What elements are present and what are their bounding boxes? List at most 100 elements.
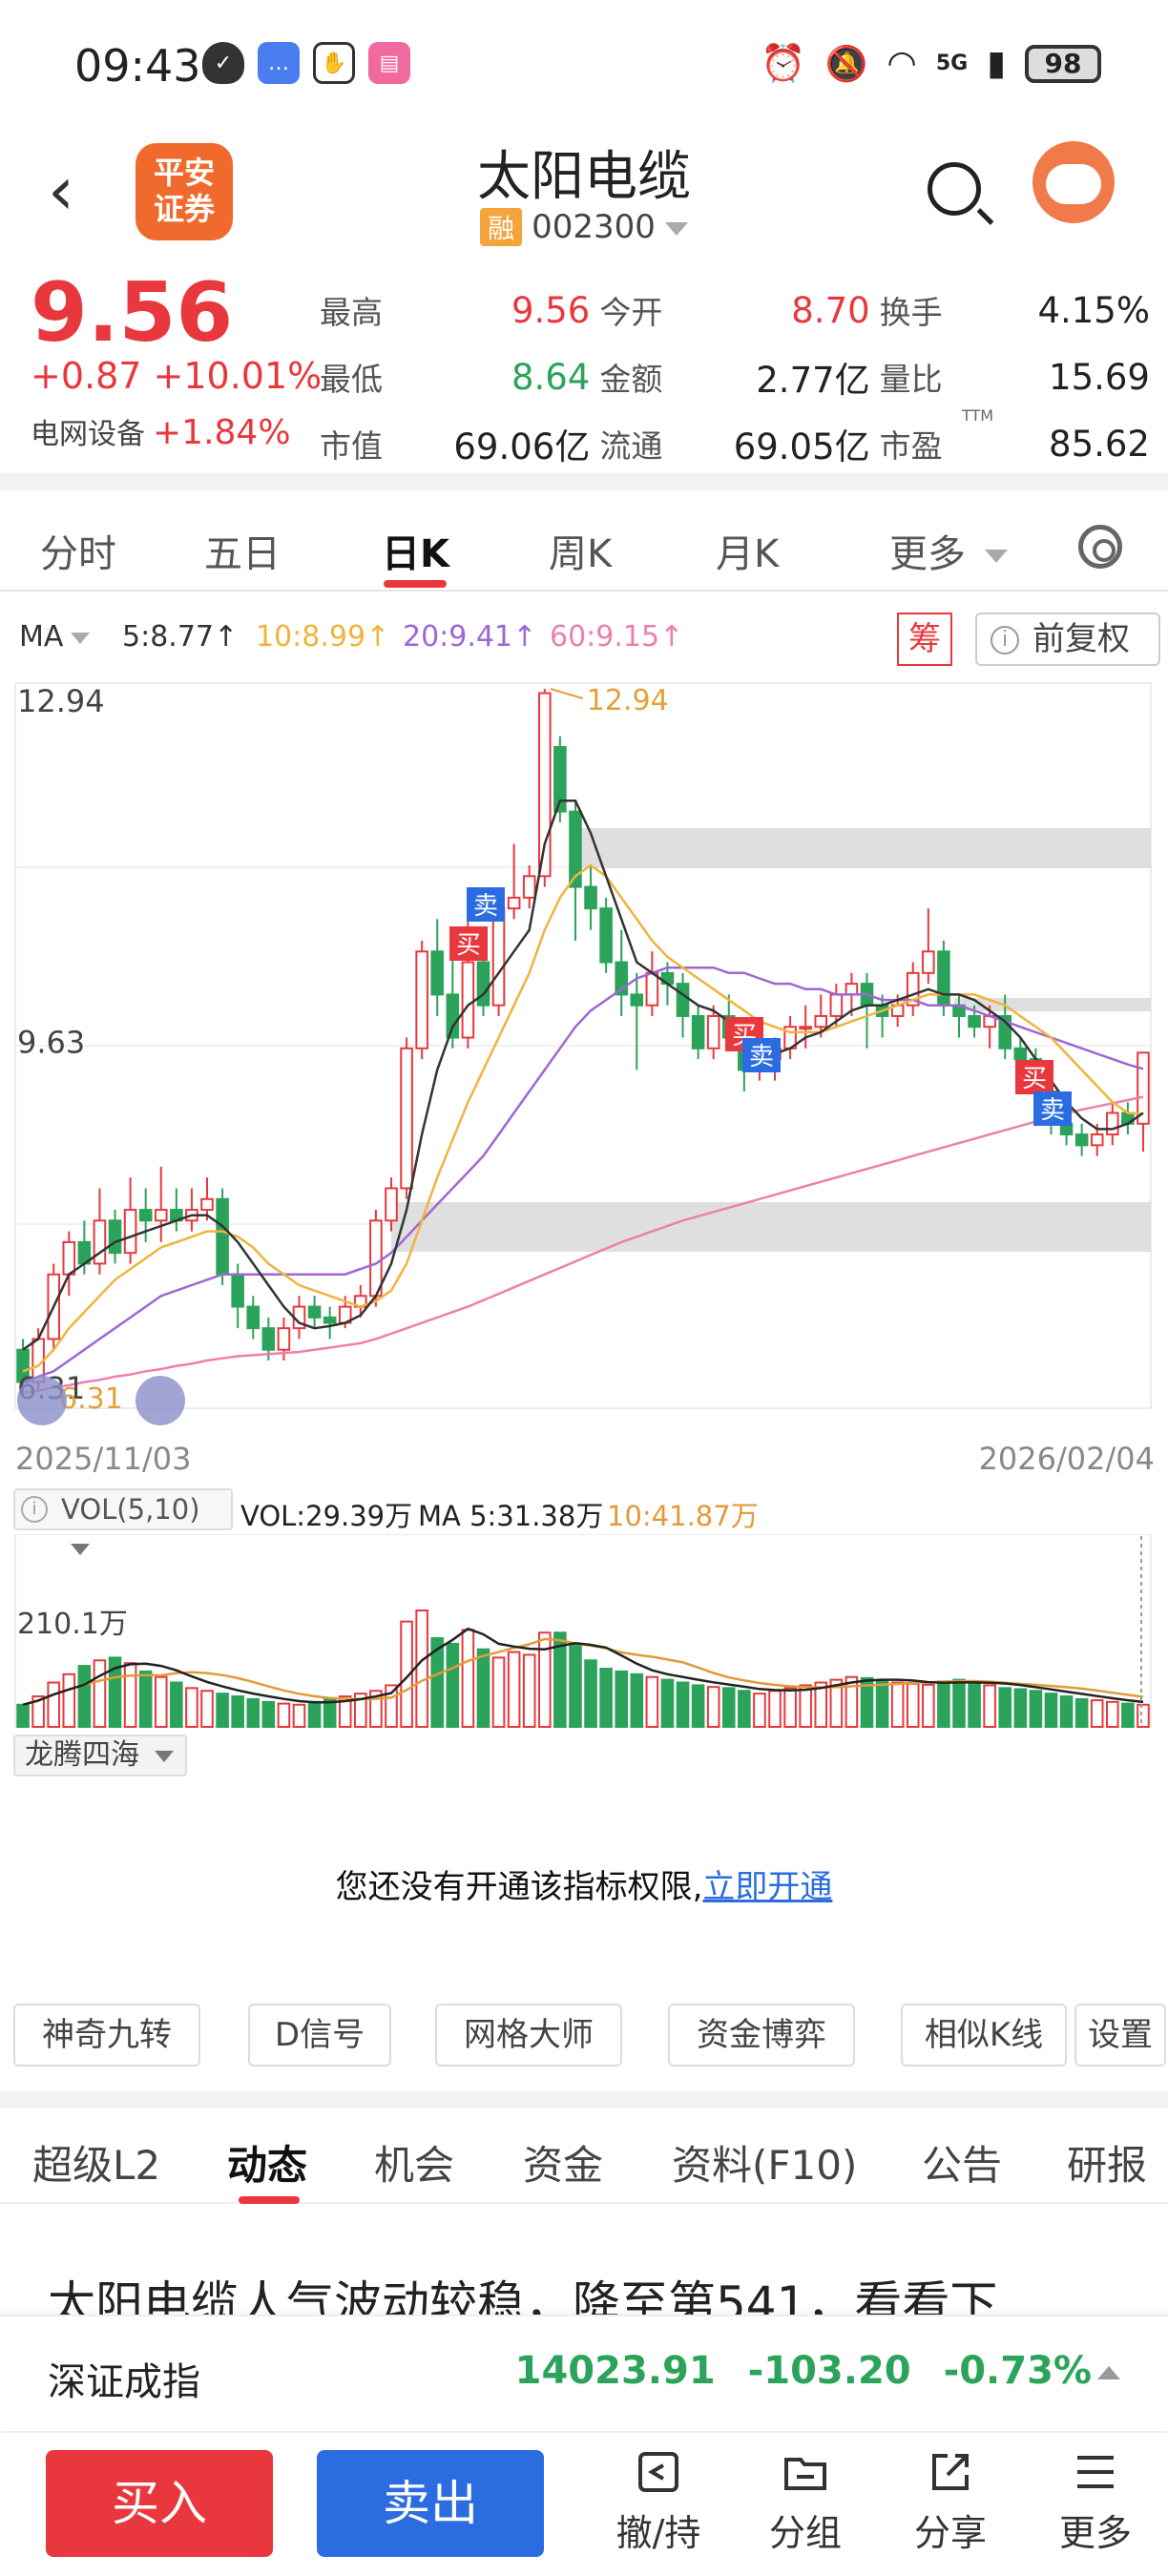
chevron-down-icon <box>71 632 91 644</box>
group-button[interactable]: 分组 <box>748 2448 863 2556</box>
tool-settings[interactable]: 设置 <box>1074 2004 1166 2067</box>
ma-selector[interactable]: MA <box>19 620 91 654</box>
volume-chart[interactable]: 210.1万 <box>0 1534 1168 1735</box>
candle-body <box>1090 1133 1104 1147</box>
tool-d-signal[interactable]: D信号 <box>248 2004 391 2067</box>
tab-weekly-k[interactable]: 周K <box>549 523 612 578</box>
pe-ratio-value: 85.62 <box>1049 423 1150 465</box>
tab-opportunity[interactable]: 机会 <box>374 2133 454 2192</box>
candle-body <box>845 983 859 996</box>
fullscreen-icon <box>136 1376 185 1425</box>
tab-more-label: 更多 <box>889 532 966 576</box>
news-headline[interactable]: 太阳电缆人气波动较稳，降至第541，看看下 <box>48 2266 1164 2316</box>
app-icon: ▤ <box>368 42 410 84</box>
battery-indicator: 98 <box>1025 44 1101 83</box>
open-label: 今开 <box>599 294 663 331</box>
broker-logo[interactable]: 平安 证券 <box>136 143 233 240</box>
volume-bar <box>292 1703 306 1728</box>
volume-ma10: 10:41.87万 <box>607 1500 759 1532</box>
tab-super-l2[interactable]: 超级L2 <box>32 2133 160 2192</box>
price-change: +0.87 +10.01% <box>31 355 323 397</box>
candle-body <box>323 1316 337 1324</box>
tool-capital-game[interactable]: 资金博弈 <box>668 2004 855 2067</box>
sell-button[interactable]: 卖出 <box>317 2450 544 2557</box>
chevron-up-icon[interactable] <box>1097 2366 1120 2379</box>
kline-chart[interactable]: 12.949.636.3112.946.31卖买买卖买卖 <box>0 668 1168 1431</box>
volume-bar <box>231 1695 244 1729</box>
volume-bar <box>890 1681 905 1728</box>
tool-grid-master[interactable]: 网格大师 <box>435 2004 622 2067</box>
network-type: 5G <box>935 52 969 75</box>
pe-ratio-label: 市盈 <box>879 427 943 465</box>
avatar[interactable] <box>1032 141 1115 223</box>
tab-announcements[interactable]: 公告 <box>922 2133 1002 2192</box>
hand-icon: ✋ <box>313 42 355 84</box>
candle-body <box>522 875 536 899</box>
candle-body <box>307 1305 322 1319</box>
info-icon: i <box>21 1496 48 1523</box>
quote-grid: 最高 9.56 今开 8.70 换手 4.15% 最低 8.64 金额 2.77亿 量比 15.69 市… <box>320 277 1159 477</box>
candle-body <box>430 950 445 996</box>
volume-indicator-label: VOL(5,10) <box>61 1493 200 1526</box>
index-values: 14023.91 -103.20 -0.73% <box>483 2349 1092 2393</box>
volume-bar <box>660 1678 675 1728</box>
open-permission-link[interactable]: 立即开通 <box>702 1868 832 1906</box>
withdraw-hold-button[interactable]: 撤/持 <box>601 2448 716 2556</box>
index-ticker[interactable]: 深证成指 14023.91 -103.20 -0.73% <box>0 2315 1168 2427</box>
tab-f10[interactable]: 资料(F10) <box>672 2133 857 2192</box>
volume-bar <box>93 1659 107 1729</box>
stock-code: 002300 <box>532 208 656 246</box>
volume-bar <box>246 1697 261 1728</box>
no-permission-text: 您还没有开通该指标权限, <box>335 1868 703 1906</box>
tab-news[interactable]: 动态 <box>227 2133 307 2192</box>
logo-line1: 平安 <box>153 155 215 191</box>
low-marker-label: 6.31 <box>59 1382 123 1416</box>
tab-more[interactable]: 更多 <box>889 523 1008 578</box>
divider <box>0 2091 1168 2109</box>
volume-bar <box>922 1683 935 1729</box>
buy-button[interactable]: 买入 <box>46 2450 273 2557</box>
tab-five-day[interactable]: 五日 <box>204 523 281 578</box>
candle-body <box>93 1219 107 1265</box>
tab-daily-k[interactable]: 日K <box>382 523 449 578</box>
tab-capital[interactable]: 资金 <box>523 2133 603 2192</box>
sell-signal-label: 卖 <box>1040 1096 1065 1125</box>
divider <box>0 473 1168 490</box>
back-icon[interactable]: ‹ <box>48 153 105 229</box>
volume-bar <box>676 1681 690 1728</box>
quote-row: 市值 69.06亿 流通 69.05亿 市盈 85.62 <box>320 410 1159 477</box>
tab-monthly-k[interactable]: 月K <box>716 523 779 578</box>
volume-indicator-selector[interactable]: i VOL(5,10) <box>13 1488 233 1555</box>
open-value: 8.70 <box>791 289 870 331</box>
amount-value: 2.77亿 <box>756 360 870 401</box>
mute-icon: 🔕 <box>824 44 868 84</box>
turnover-label: 换手 <box>879 294 943 331</box>
gear-icon[interactable] <box>1078 525 1122 569</box>
candle-body <box>369 1219 383 1298</box>
volume-bar <box>968 1681 981 1728</box>
candle-body <box>1074 1133 1089 1147</box>
candle-body <box>385 1187 398 1222</box>
chip-distribution-button[interactable]: 筹 <box>897 613 952 666</box>
share-button[interactable]: 分享 <box>893 2448 1008 2556</box>
info-icon: i <box>991 626 1019 654</box>
tool-magic-nine[interactable]: 神奇九转 <box>13 2004 200 2067</box>
shield-icon: ✓ <box>202 42 244 84</box>
volume-bar <box>630 1672 644 1728</box>
tab-intraday[interactable]: 分时 <box>40 523 116 578</box>
candle-body <box>599 907 613 964</box>
volume-bar <box>645 1675 659 1728</box>
indicator-selector[interactable]: 龙腾四海 <box>13 1735 187 1776</box>
sector-info[interactable]: 电网设备 +1.84% <box>31 410 291 452</box>
tool-buttons: 神奇九转 D信号 网格大师 资金博弈 相似K线 设置 <box>13 2004 1168 2067</box>
margin-badge: 融 <box>480 208 523 246</box>
tab-research[interactable]: 研报 <box>1067 2133 1147 2192</box>
chevron-down-icon <box>664 221 688 236</box>
adjustment-button[interactable]: i 前复权 <box>975 613 1160 666</box>
sell-signal-label: 卖 <box>473 892 498 921</box>
search-icon[interactable] <box>928 162 981 216</box>
more-button[interactable]: 更多 <box>1038 2448 1153 2556</box>
tool-similar-kline[interactable]: 相似K线 <box>901 2004 1067 2067</box>
active-tab-indicator <box>239 2196 300 2204</box>
share-label: 分享 <box>913 2512 987 2554</box>
